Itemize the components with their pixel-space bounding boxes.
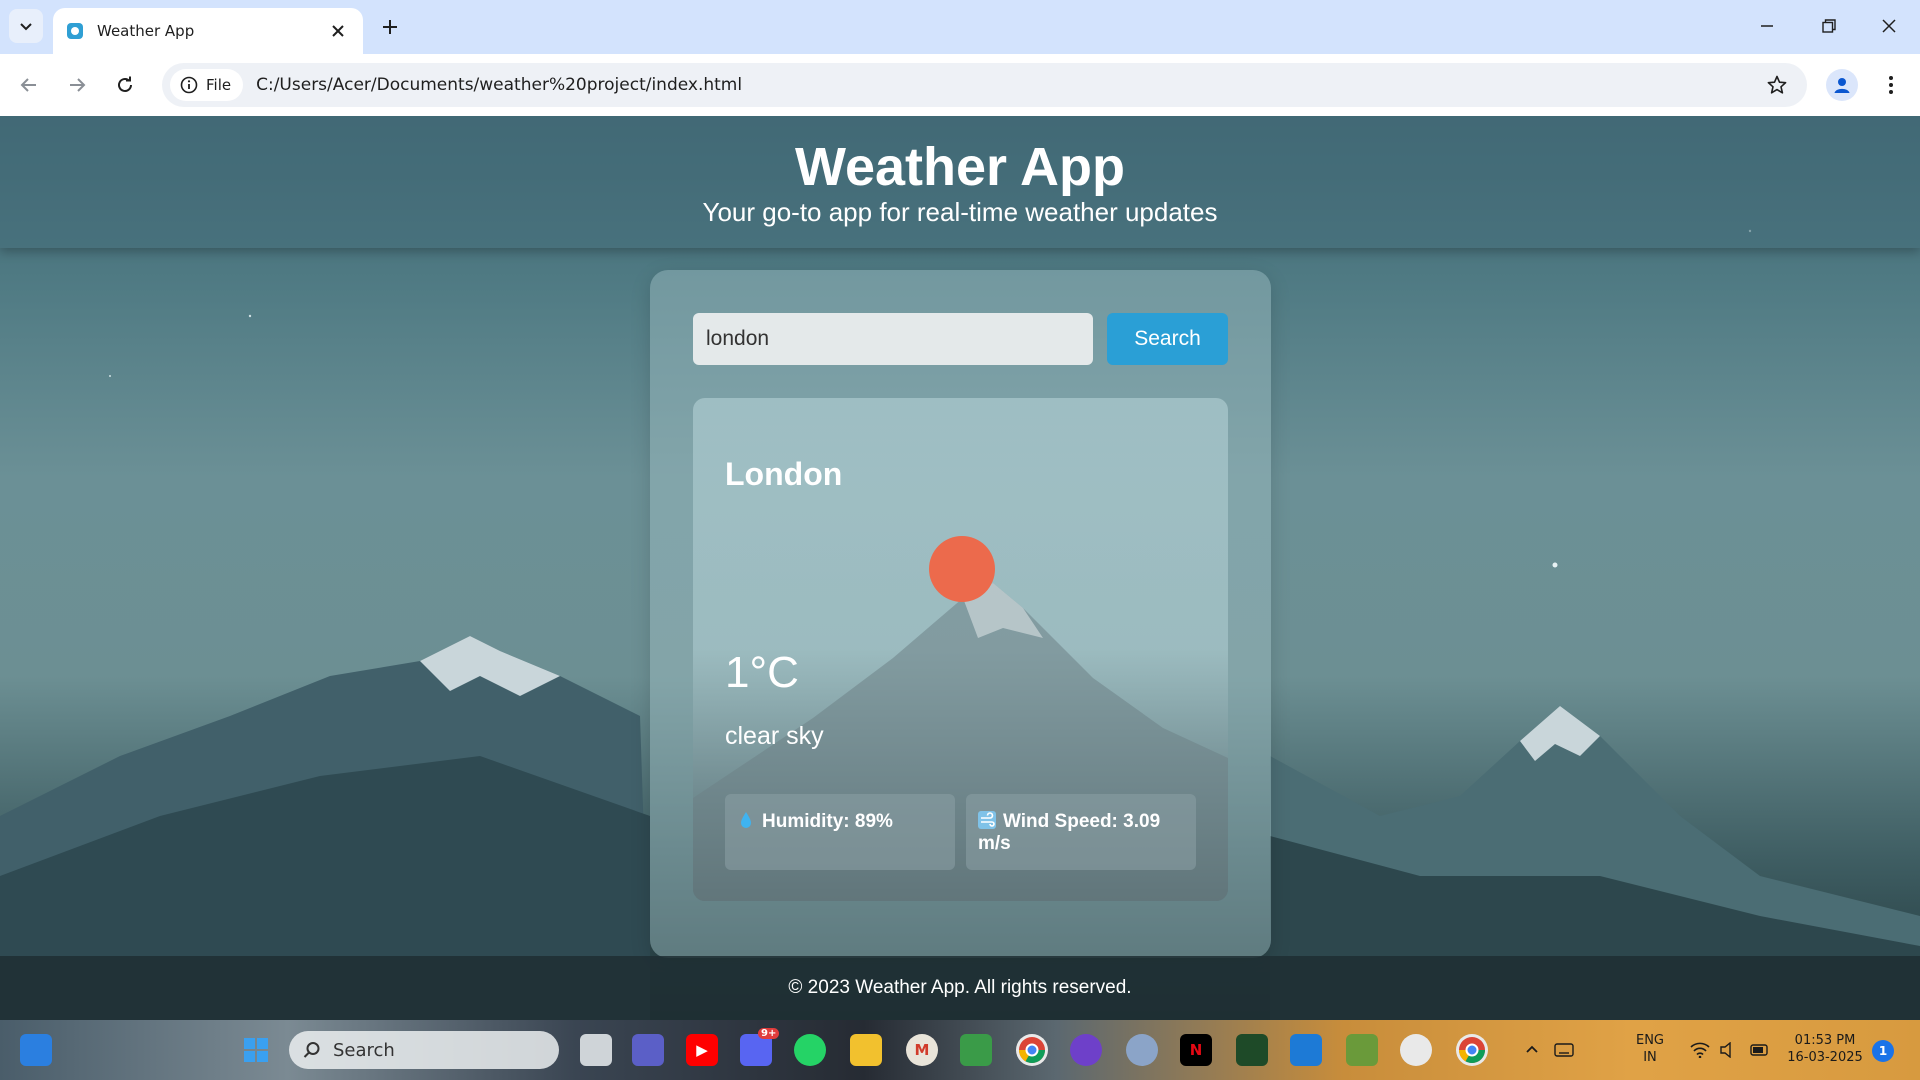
photos-icon[interactable] [960,1034,992,1066]
reload-button[interactable] [108,68,142,102]
humidity-text: Humidity: 89% [762,811,893,832]
clock[interactable]: 01:53 PM 16-03-2025 [1780,1032,1870,1066]
address-bar[interactable]: File C:/Users/Acer/Documents/weather%20p… [162,63,1807,107]
water-drop-icon [741,812,751,828]
tab-title: Weather App [97,22,195,40]
site-info-chip[interactable]: File [170,69,244,101]
chevron-up-icon [1526,1045,1538,1053]
volume-icon[interactable] [1712,1034,1744,1066]
wind-speed-text: Wind Speed: 3.09 m/s [978,811,1161,854]
chrome-logo-icon [1018,1037,1046,1064]
tab-search-button[interactable] [9,9,43,43]
minecraft-icon[interactable] [1346,1034,1378,1066]
chrome-logo-icon [1458,1037,1486,1064]
reload-icon [118,76,132,92]
restore-button[interactable] [1806,8,1852,44]
humidity-box: Humidity: 89% [725,794,955,870]
minimize-button[interactable] [1744,8,1790,44]
gmail-icon[interactable]: M [906,1034,938,1066]
keyboard-glyph-icon [1554,1043,1574,1057]
new-tab-button[interactable] [375,12,405,42]
restore-icon [1822,19,1836,33]
browser-tabstrip: Weather App [0,0,1920,54]
widgets-icon[interactable] [20,1034,52,1066]
chrome-icon[interactable] [1016,1034,1048,1066]
profile-button[interactable] [1826,69,1858,101]
taskbar: Search ▶ 9+ M N ENG IN 01:53 PM 16-03-20… [0,1020,1920,1080]
minimize-icon [1761,25,1773,27]
close-icon [332,25,344,37]
wind-speed-box: Wind Speed: 3.09 m/s [966,794,1196,870]
xbox-icon[interactable] [1236,1034,1268,1066]
favicon-icon [67,23,83,39]
clock-time: 01:53 PM [1794,1033,1856,1048]
chrome-active-icon[interactable] [1456,1034,1488,1066]
search-button[interactable]: Search [1107,313,1228,365]
vscode-icon[interactable] [1290,1034,1322,1066]
site-footer: © 2023 Weather App. All rights reserved. [0,956,1920,1020]
notification-badge[interactable]: 1 [1872,1040,1894,1062]
wifi-glyph-icon [1690,1042,1710,1058]
language-indicator[interactable]: ENG IN [1630,1032,1670,1066]
speaker-icon [1720,1042,1731,1058]
discord-icon[interactable]: 9+ [740,1028,780,1066]
star-icon [1767,75,1787,94]
browser-toolbar: File C:/Users/Acer/Documents/weather%20p… [0,54,1920,116]
keyboard-icon[interactable] [1548,1034,1580,1066]
city-search-input[interactable] [693,313,1093,365]
battery-icon[interactable] [1744,1034,1776,1066]
battery-glyph-icon [1750,1044,1768,1056]
discord-badge: 9+ [758,1028,780,1039]
wind-icon [978,811,996,829]
city-name: London [725,456,843,492]
taskbar-search-label: Search [333,1039,395,1061]
search-icon [303,1042,320,1058]
whatsapp-icon[interactable] [794,1034,826,1066]
region-code: IN [1643,1050,1657,1065]
tray-chevron-up-icon[interactable] [1516,1034,1548,1066]
site-info-label: File [206,76,232,94]
netflix-icon[interactable]: N [1180,1034,1212,1066]
bookmark-button[interactable] [1761,69,1793,101]
chevron-down-icon [20,23,32,31]
tab-close-button[interactable] [327,20,349,42]
plus-icon [383,20,397,34]
close-window-button[interactable] [1866,8,1912,44]
start-button[interactable] [240,1034,272,1066]
site-header: Weather App Your go-to app for real-time… [0,116,1920,248]
browser-menu-button[interactable] [1876,69,1906,101]
page-title: Weather App [794,137,1126,197]
task-view-icon[interactable] [580,1034,612,1066]
youtube-icon[interactable]: ▶ [686,1034,718,1066]
taskbar-search[interactable]: Search [289,1031,559,1069]
weather-description: clear sky [725,722,824,750]
clock-date: 16-03-2025 [1787,1050,1863,1065]
close-icon [1882,19,1896,33]
chrome-profile-icon[interactable] [1400,1034,1432,1066]
tab-weather-app[interactable]: Weather App [53,8,363,54]
forward-button[interactable] [60,68,94,102]
arrow-left-icon [20,78,36,92]
copyright-text: © 2023 Weather App. All rights reserved. [788,977,1132,998]
arrow-right-icon [70,78,86,92]
more-vert-icon [1889,76,1893,94]
windows-icon [244,1038,268,1062]
person-icon [1834,78,1850,93]
file-explorer-icon[interactable] [850,1034,882,1066]
weather-card: London 1°C clear sky Humidity: 89% Wind … [693,398,1228,901]
teams-icon[interactable] [632,1034,664,1066]
back-button[interactable] [12,68,46,102]
weather-panel: Search London 1°C clear sky Humidity: 89… [650,270,1271,958]
language-code: ENG [1635,1033,1664,1048]
sun-icon [929,536,995,602]
temperature: 1°C [725,648,799,697]
page-subtitle: Your go-to app for real-time weather upd… [702,197,1218,227]
info-icon [180,76,198,94]
github-icon[interactable] [1070,1034,1102,1066]
camera-icon[interactable] [1126,1034,1158,1066]
url-text[interactable]: C:/Users/Acer/Documents/weather%20projec… [256,75,1761,95]
page-viewport: Weather App Your go-to app for real-time… [0,116,1920,1020]
